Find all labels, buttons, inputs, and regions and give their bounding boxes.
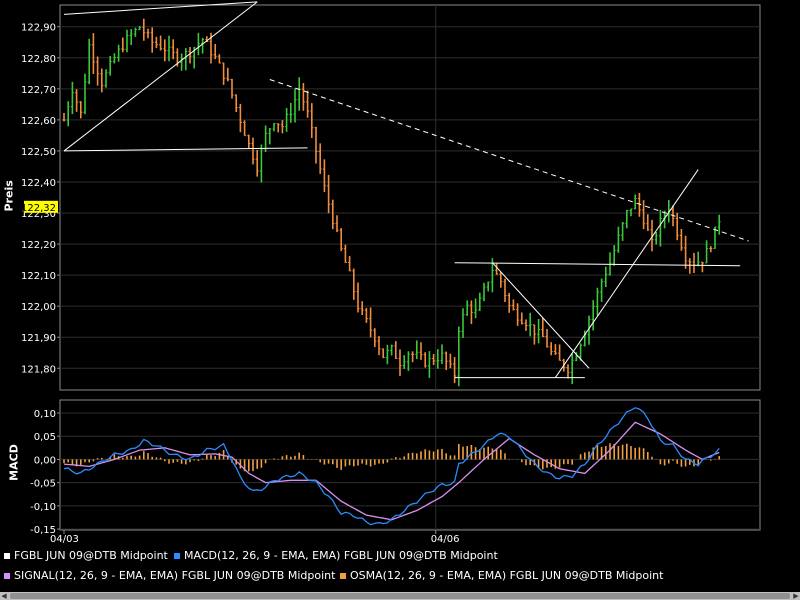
price-tick-label: 121,90	[21, 333, 56, 344]
price-tick-label: 122,50	[21, 147, 56, 158]
signal-line	[63, 421, 720, 521]
legend-label: FGBL JUN 09@DTB Midpoint	[14, 549, 168, 562]
macd-tick-label: 0,05	[34, 432, 56, 443]
price-tick-label: 122,40	[21, 178, 56, 189]
legend-swatch-macd	[174, 552, 180, 559]
trendline	[454, 262, 741, 267]
price-tick-label: 122,00	[21, 302, 56, 313]
macd-tick-label: -0,05	[30, 479, 56, 490]
legend-item-osma: OSMA(12, 26, 9 - EMA, EMA) FGBL JUN 09@D…	[340, 569, 663, 582]
legend-label: OSMA(12, 26, 9 - EMA, EMA) FGBL JUN 09@D…	[350, 569, 664, 582]
price-tick-label: 122,20	[21, 240, 56, 251]
price-tick-label: 122,90	[21, 23, 56, 34]
scroll-left-icon[interactable]: ◀	[0, 592, 8, 600]
macd-axis-label: MACD	[7, 444, 21, 481]
legend-label: MACD(12, 26, 9 - EMA, EMA) FGBL JUN 09@D…	[184, 549, 498, 562]
price-tick-label: 122,10	[21, 271, 56, 282]
trendline	[492, 262, 590, 369]
legend-swatch-osma	[340, 572, 346, 579]
macd-tick-label: -0,10	[30, 502, 56, 513]
legend-swatch-signal	[4, 572, 10, 579]
legend: FGBL JUN 09@DTB Midpoint MACD(12, 26, 9 …	[0, 545, 800, 593]
legend-item-macd: MACD(12, 26, 9 - EMA, EMA) FGBL JUN 09@D…	[174, 549, 498, 562]
trendline	[554, 169, 699, 378]
current-price-label: 122,32	[21, 203, 56, 214]
macd-line	[63, 407, 720, 526]
price-border	[59, 4, 761, 391]
legend-item-signal: SIGNAL(12, 26, 9 - EMA, EMA) FGBL JUN 09…	[4, 569, 335, 582]
legend-swatch-price	[4, 552, 10, 559]
price-tick-label: 121,80	[21, 364, 56, 375]
price-tick-label: 122,60	[21, 116, 56, 127]
horizontal-scrollbar[interactable]: ◀ ▶	[0, 592, 800, 600]
x-tick-label: 04/03	[50, 534, 79, 545]
scroll-right-icon[interactable]: ▶	[792, 592, 800, 600]
macd-panel[interactable]: 0,100,050,00-0,05-0,10-0,15	[30, 399, 761, 536]
chart-frame: 122,90 122,80 122,70 122,60 122,50 122,40 122,…	[21, 1, 761, 545]
price-tick-label: 122,80	[21, 54, 56, 65]
trendline	[269, 79, 749, 242]
trendline	[63, 1, 258, 15]
x-tick-label: 04/06	[431, 534, 460, 545]
macd-tick-label: 0,10	[34, 409, 56, 420]
scrollbar-thumb[interactable]	[10, 593, 790, 599]
macd-border	[59, 399, 761, 531]
x-axis: 04/03 04/06	[50, 530, 460, 545]
price-panel[interactable]: 122,90 122,80 122,70 122,60 122,50 122,40 122,…	[21, 1, 761, 391]
price-tick-label: 122,70	[21, 85, 56, 96]
macd-tick-label: 0,00	[34, 455, 56, 466]
price-axis-label: Preis	[2, 180, 16, 212]
legend-label: SIGNAL(12, 26, 9 - EMA, EMA) FGBL JUN 09…	[14, 569, 336, 582]
legend-item-price: FGBL JUN 09@DTB Midpoint	[4, 549, 168, 562]
